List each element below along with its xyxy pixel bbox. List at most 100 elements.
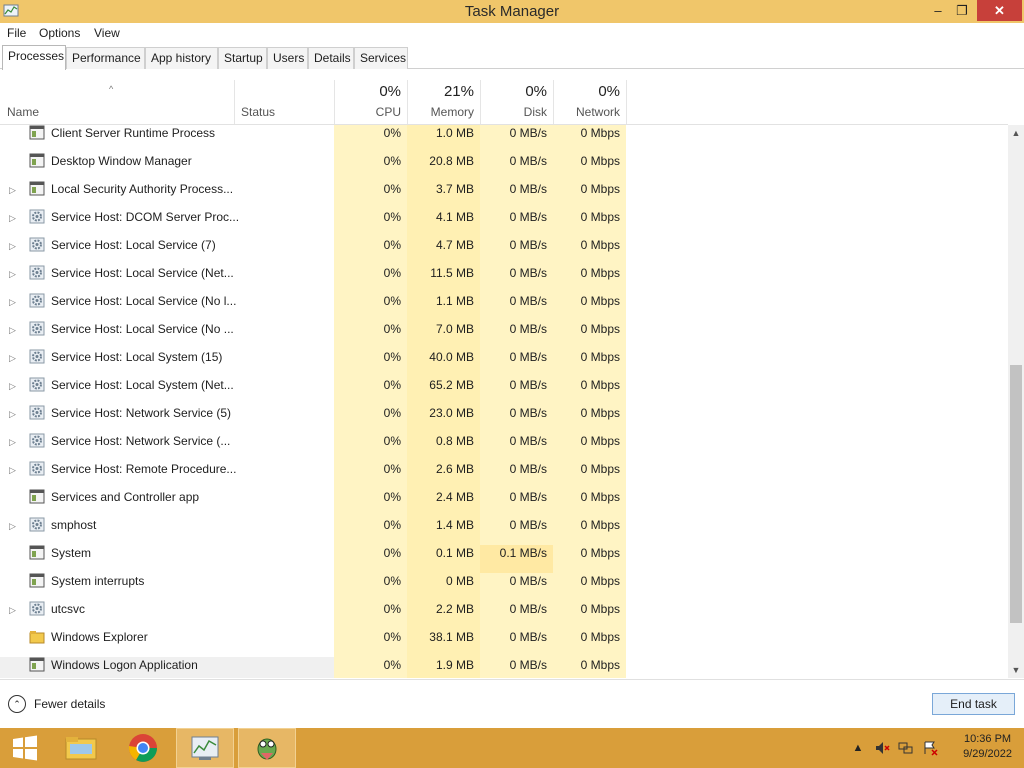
tab-app-history[interactable]: App history (145, 47, 218, 69)
table-row[interactable]: ▷ Service Host: Local Service (No l... 0% 1… (0, 293, 1008, 321)
process-name-cell[interactable]: Windows Explorer (0, 629, 334, 657)
expand-arrow-icon[interactable]: ▷ (9, 238, 16, 254)
expand-arrow-icon[interactable]: ▷ (9, 602, 16, 618)
fewer-details-link[interactable]: Fewer details (34, 697, 105, 711)
expand-arrow-icon[interactable]: ▷ (9, 322, 16, 338)
process-name: Service Host: Network Service (5) (51, 406, 232, 420)
expand-arrow-icon[interactable]: ▷ (9, 266, 16, 282)
table-row[interactable]: Services and Controller app 0% 2.4 MB 0 MB/… (0, 489, 1008, 517)
column-divider[interactable] (626, 80, 627, 124)
process-name-cell[interactable]: ▷ Service Host: DCOM Server Proc... (0, 209, 334, 237)
table-row[interactable]: ▷ Service Host: Local System (15) 0% 40.0 M… (0, 349, 1008, 377)
expand-arrow-icon[interactable]: ▷ (9, 378, 16, 394)
expand-arrow-icon[interactable]: ▷ (9, 434, 16, 450)
process-name-cell[interactable]: ▷ Service Host: Local System (15) (0, 349, 334, 377)
gear-icon (29, 265, 45, 280)
process-name-cell[interactable]: ▷ Service Host: Local Service (Net... (0, 265, 334, 293)
process-name-cell[interactable]: System interrupts (0, 573, 334, 601)
start-button[interactable] (0, 728, 58, 768)
column-header-status[interactable]: Status (235, 80, 334, 124)
process-name-cell[interactable]: ▷ utcsvc (0, 601, 334, 629)
chevron-up-icon[interactable]: ⌃ (8, 695, 26, 713)
process-name-cell[interactable]: ▷ Service Host: Local System (Net... (0, 377, 334, 405)
menu-view[interactable]: View (94, 26, 120, 40)
table-row[interactable]: ▷ Service Host: Local Service (7) 0% 4.7 MB… (0, 237, 1008, 265)
network-value: 0 Mbps (553, 321, 626, 349)
disk-value: 0 MB/s (480, 433, 553, 461)
process-name-cell[interactable]: ▷ Service Host: Local Service (7) (0, 237, 334, 265)
process-name-cell[interactable]: ▷ Service Host: Local Service (No l... (0, 293, 334, 321)
table-row[interactable]: Desktop Window Manager 0% 20.8 MB 0 MB/s 0 M… (0, 153, 1008, 181)
table-row[interactable]: ▷ Service Host: DCOM Server Proc... 0% 4.1 … (0, 209, 1008, 237)
expand-arrow-icon[interactable]: ▷ (9, 518, 16, 534)
tab-details[interactable]: Details (308, 47, 354, 69)
cpu-total: 0% (379, 83, 401, 100)
column-header-network[interactable]: 0% Network (554, 80, 626, 124)
table-row[interactable]: Client Server Runtime Process 0% 1.0 MB 0 M… (0, 125, 1008, 153)
table-row[interactable]: System interrupts 0% 0 MB 0 MB/s 0 Mbps (0, 573, 1008, 601)
maximize-button[interactable]: ❐ (947, 0, 977, 21)
process-name-cell[interactable]: ▷ Service Host: Remote Procedure... (0, 461, 334, 489)
chrome-taskbar-button[interactable] (114, 728, 172, 768)
process-name-cell[interactable]: System (0, 545, 334, 573)
tab-startup[interactable]: Startup (218, 47, 267, 69)
process-name-cell[interactable]: Services and Controller app (0, 489, 334, 517)
column-header-memory[interactable]: 21% Memory (408, 80, 480, 124)
process-name-cell[interactable]: ▷ Service Host: Network Service (5) (0, 405, 334, 433)
process-name-cell[interactable]: ▷ Service Host: Network Service (... (0, 433, 334, 461)
close-button[interactable]: ✕ (977, 0, 1022, 21)
table-row[interactable]: System 0% 0.1 MB 0.1 MB/s 0 Mbps (0, 545, 1008, 573)
expand-arrow-icon[interactable]: ▷ (9, 210, 16, 226)
table-row[interactable]: ▷ smphost 0% 1.4 MB 0 MB/s 0 Mbps (0, 517, 1008, 545)
table-row[interactable]: ▷ Service Host: Network Service (5) 0% 23.0… (0, 405, 1008, 433)
gear-icon (29, 209, 45, 224)
clock[interactable]: 10:36 PM 9/29/2022 (963, 732, 1012, 762)
action-center-icon[interactable] (922, 740, 938, 756)
bug-tool-taskbar-button[interactable] (238, 728, 296, 768)
tab-processes[interactable]: Processes (2, 45, 66, 70)
process-name-cell[interactable]: ▷ Service Host: Local Service (No ... (0, 321, 334, 349)
show-hidden-icons-icon[interactable]: ▲ (850, 740, 866, 756)
task-manager-taskbar-button[interactable] (176, 728, 234, 768)
expand-arrow-icon[interactable]: ▷ (9, 182, 16, 198)
table-row[interactable]: Windows Logon Application 0% 1.9 MB 0 MB/s 0… (0, 657, 1008, 678)
file-explorer-taskbar-button[interactable] (52, 728, 110, 768)
process-name: Service Host: Local System (Net... (51, 378, 234, 392)
menu-options[interactable]: Options (39, 26, 80, 40)
expand-arrow-icon[interactable]: ▷ (9, 406, 16, 422)
process-name-cell[interactable]: Windows Logon Application (0, 657, 334, 678)
scroll-down-icon[interactable]: ▼ (1008, 662, 1024, 678)
memory-value: 38.1 MB (407, 629, 480, 657)
column-header-cpu[interactable]: 0% CPU (335, 80, 407, 124)
table-row[interactable]: ▷ Service Host: Local Service (Net... 0% 11… (0, 265, 1008, 293)
process-name-cell[interactable]: Desktop Window Manager (0, 153, 334, 181)
network-icon[interactable] (898, 740, 914, 756)
tab-users[interactable]: Users (267, 47, 308, 69)
table-row[interactable]: ▷ Service Host: Network Service (... 0% 0.8… (0, 433, 1008, 461)
cpu-value: 0% (334, 433, 407, 461)
table-row[interactable]: Windows Explorer 0% 38.1 MB 0 MB/s 0 Mbps (0, 629, 1008, 657)
column-header-name[interactable]: Name (0, 80, 234, 124)
volume-muted-icon[interactable] (874, 740, 890, 756)
disk-value: 0 MB/s (480, 489, 553, 517)
tab-performance[interactable]: Performance (66, 47, 145, 69)
expand-arrow-icon[interactable]: ▷ (9, 462, 16, 478)
end-task-button[interactable]: End task (932, 693, 1015, 715)
process-name-cell[interactable]: Client Server Runtime Process (0, 125, 334, 153)
menu-file[interactable]: File (7, 26, 26, 40)
column-header-disk[interactable]: 0% Disk (481, 80, 553, 124)
expand-arrow-icon[interactable]: ▷ (9, 350, 16, 366)
expand-arrow-icon[interactable]: ▷ (9, 294, 16, 310)
table-row[interactable]: ▷ Service Host: Local System (Net... 0% 65.… (0, 377, 1008, 405)
table-row[interactable]: ▷ Service Host: Local Service (No ... 0% 7.… (0, 321, 1008, 349)
table-row[interactable]: ▷ Service Host: Remote Procedure... 0% 2.6 … (0, 461, 1008, 489)
table-row[interactable]: ▷ Local Security Authority Process... 0% 3.… (0, 181, 1008, 209)
vertical-scrollbar[interactable]: ▲ ▼ (1008, 125, 1024, 678)
process-name-cell[interactable]: ▷ Local Security Authority Process... (0, 181, 334, 209)
scrollbar-thumb[interactable] (1010, 365, 1022, 623)
table-row[interactable]: ▷ utcsvc 0% 2.2 MB 0 MB/s 0 Mbps (0, 601, 1008, 629)
disk-label: Disk (523, 105, 547, 119)
process-name-cell[interactable]: ▷ smphost (0, 517, 334, 545)
tab-services[interactable]: Services (354, 47, 408, 69)
scroll-up-icon[interactable]: ▲ (1008, 125, 1024, 141)
